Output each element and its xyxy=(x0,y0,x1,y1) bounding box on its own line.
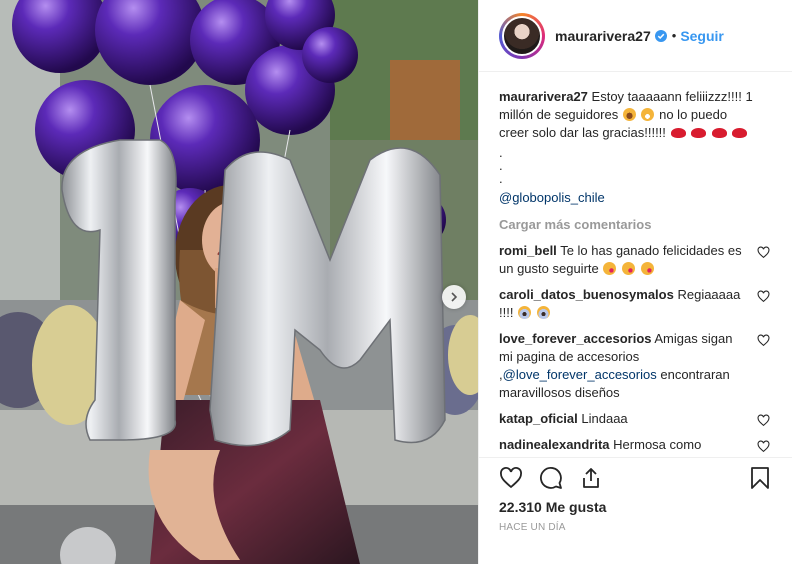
lips-emoji-icon xyxy=(691,128,707,138)
kiss-emoji-icon xyxy=(640,262,654,275)
load-more-comments-button[interactable]: Cargar más comentarios xyxy=(499,217,772,232)
kiss-emoji-icon xyxy=(603,262,617,275)
like-comment-heart-icon[interactable] xyxy=(757,334,770,347)
post-photo[interactable] xyxy=(0,0,478,564)
comment-text: Lindaaa xyxy=(581,411,628,426)
post-actions-area: 22.310 Me gusta Hace un día xyxy=(479,457,792,533)
caption-dot: . xyxy=(499,158,503,173)
photo-illustration xyxy=(0,0,478,564)
scream-emoji-icon xyxy=(536,306,550,319)
comment-icon[interactable] xyxy=(539,466,563,490)
post-side-panel: maurarivera27 • Seguir maurarivera27 Est… xyxy=(478,0,792,564)
lips-emoji-icon xyxy=(711,128,727,138)
caption-dot: . xyxy=(499,171,503,186)
like-comment-heart-icon[interactable] xyxy=(757,246,770,259)
follow-button[interactable]: Seguir xyxy=(680,28,724,44)
caption-dot: . xyxy=(499,145,503,160)
comment-item: caroli_datos_buenosymalos Regiaaaaa !!!! xyxy=(499,286,772,322)
caption-username[interactable]: maurarivera27 xyxy=(499,89,588,104)
separator-dot: • xyxy=(671,28,677,43)
next-photo-button[interactable] xyxy=(442,285,466,309)
post-header: maurarivera27 • Seguir xyxy=(479,0,792,72)
comment-item: romi_bell Te lo has ganado felicidades e… xyxy=(499,242,772,278)
likes-count[interactable]: 22.310 Me gusta xyxy=(499,498,772,516)
lips-emoji-icon xyxy=(670,128,686,138)
comment-username[interactable]: caroli_datos_buenosymalos xyxy=(499,287,674,302)
comment-username[interactable]: love_forever_accesorios xyxy=(499,331,651,346)
like-comment-heart-icon[interactable] xyxy=(757,414,770,427)
comment-mention[interactable]: @love_forever_accesorios xyxy=(503,367,657,382)
kiss-emoji-icon xyxy=(621,262,635,275)
grin-emoji-icon xyxy=(641,108,655,121)
post-username[interactable]: maurarivera27 xyxy=(555,28,651,44)
avatar[interactable] xyxy=(499,12,545,59)
post-timestamp[interactable]: Hace un día xyxy=(499,522,772,533)
caption-dots: . . . xyxy=(499,146,754,185)
caption-mention[interactable]: @globopolis_chile xyxy=(499,189,754,207)
like-comment-heart-icon[interactable] xyxy=(757,440,770,453)
monkey-emoji-icon xyxy=(622,108,636,121)
scream-emoji-icon xyxy=(518,306,532,319)
comment-item: love_forever_accesorios Amigas sigan mi … xyxy=(499,330,772,402)
chevron-right-icon xyxy=(451,292,458,302)
comment-text: Hermosa como xyxy=(613,437,702,452)
verified-badge-icon xyxy=(654,29,667,42)
comment-item: nadinealexandrita Hermosa como xyxy=(499,436,772,454)
post-caption: maurarivera27 Estoy taaaaann feliiizzz!!… xyxy=(499,88,772,207)
avatar-image xyxy=(502,15,542,56)
bookmark-icon[interactable] xyxy=(748,466,772,490)
comment-username[interactable]: nadinealexandrita xyxy=(499,437,610,452)
lips-emoji-icon xyxy=(732,128,748,138)
heart-icon[interactable] xyxy=(499,466,523,490)
like-comment-heart-icon[interactable] xyxy=(757,290,770,303)
comments-section[interactable]: maurarivera27 Estoy taaaaann feliiizzz!!… xyxy=(479,72,792,457)
comment-username[interactable]: romi_bell xyxy=(499,243,557,258)
comment-item: katap_oficial Lindaaa xyxy=(499,410,772,428)
action-bar xyxy=(499,458,772,498)
comment-username[interactable]: katap_oficial xyxy=(499,411,578,426)
share-icon[interactable] xyxy=(579,466,603,490)
